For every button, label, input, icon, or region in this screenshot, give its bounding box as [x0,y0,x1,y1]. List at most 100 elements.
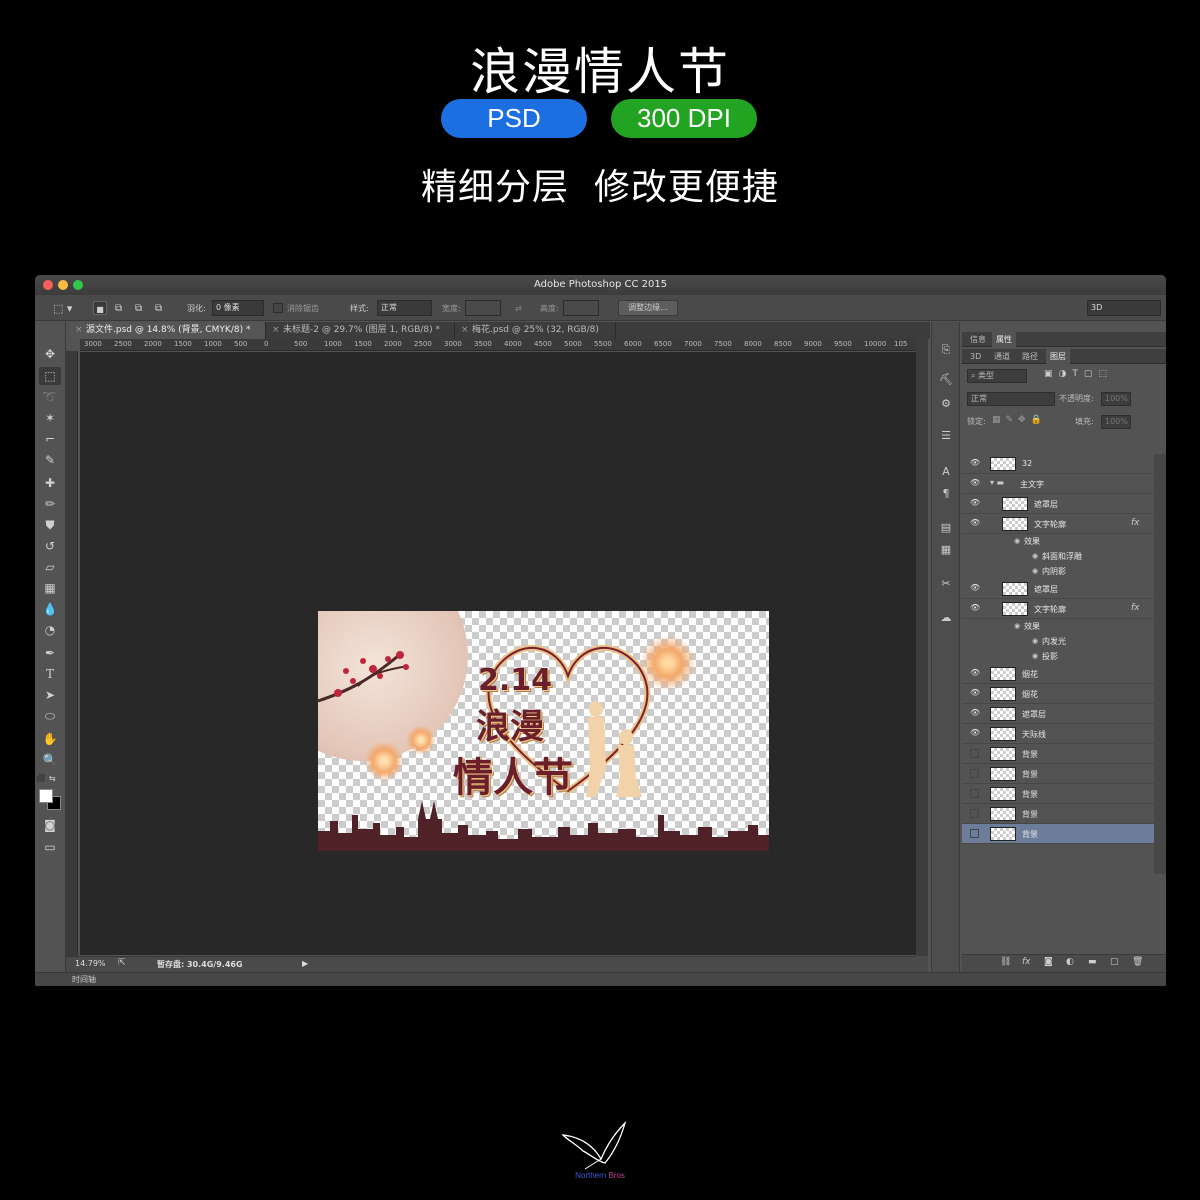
marquee-preset-icon[interactable]: ⬚ ▾ [53,301,72,316]
visibility-toggle-icon[interactable]: 👁 [970,604,980,612]
move-tool-icon[interactable]: ✥ [39,345,61,363]
refine-edge-button[interactable]: 调整边缘... [618,300,678,316]
healing-brush-tool-icon[interactable]: ✚ [39,474,61,492]
zoom-level[interactable]: 14.79% [75,959,106,968]
paragraph-panel-icon[interactable]: ¶ [937,486,955,502]
visibility-toggle-icon[interactable]: 👁 [970,669,980,677]
workspace-select[interactable]: 3D [1087,300,1161,316]
close-tab-icon[interactable]: × [75,322,83,339]
visibility-toggle-icon[interactable]: 👁 [970,519,980,527]
eraser-tool-icon[interactable]: ▱ [39,558,61,576]
adjustment-layer-icon[interactable]: ◐ [1066,957,1074,967]
layer-fx-icon[interactable]: fx [1131,518,1140,528]
magic-wand-tool-icon[interactable]: ✶ [39,409,61,427]
gradient-tool-icon[interactable]: ▦ [39,579,61,597]
layer-group-row[interactable]: 👁 ▾ ▬ 主文字 [962,474,1154,494]
export-icon[interactable]: ⇱ [118,958,126,968]
visibility-toggle-icon[interactable]: 👁 [970,479,980,487]
style-select[interactable]: 正常 [377,300,432,316]
zoom-window-button[interactable] [73,280,83,290]
hand-tool-icon[interactable]: ✋ [39,730,61,748]
tab-channels[interactable]: 通道 [990,349,1014,364]
layer-effect-row[interactable]: ◉ 效果 [962,619,1154,634]
paragraph-styles-icon[interactable]: ☰ [937,428,955,444]
lock-icons[interactable]: ▦✎✥🔒 [992,415,1047,425]
lasso-tool-icon[interactable]: ➰ [39,388,61,406]
libraries-panel-icon[interactable]: ☁ [937,610,955,626]
document-tab-untitled[interactable]: × 未标题-2 @ 29.7% (图层 1, RGB/8) * [267,322,455,339]
tab-layers[interactable]: 图层 [1046,349,1070,364]
layer-row[interactable]: 👁 天际线 [962,724,1154,744]
layer-row[interactable]: 👁 遮罩层 [962,704,1154,724]
layer-row[interactable]: 👁 文字轮廓 fx [962,514,1154,534]
shape-tool-icon[interactable]: ⬭ [39,707,61,725]
adjustments-panel-icon[interactable]: ⚙ [937,396,955,412]
close-window-button[interactable] [43,280,53,290]
canvas-area[interactable]: 2.14 浪漫 情人节 [80,352,916,955]
tab-properties[interactable]: 属性 [992,332,1016,347]
effect-visibility-icon[interactable]: ◉ [1014,537,1020,545]
opacity-input[interactable]: 100% [1101,392,1131,406]
filter-icons[interactable]: ▣◑T▢⬚ [1044,369,1113,379]
glyphs-panel-icon[interactable]: ▤ [937,520,955,536]
zoom-tool-icon[interactable]: 🔍 [39,751,61,769]
visibility-toggle-icon[interactable]: 👁 [970,499,980,507]
antialias-checkbox[interactable] [273,303,283,313]
layer-effect-row[interactable]: ◉ 斜面和浮雕 [962,549,1154,564]
quick-mask-icon[interactable]: ◙ [39,816,61,834]
tab-info[interactable]: 信息 [966,332,990,347]
layer-list-scrollbar[interactable] [1154,454,1166,874]
height-input[interactable] [563,300,599,316]
document-tab-plum[interactable]: × 梅花.psd @ 25% (32, RGB/8) [456,322,616,339]
layer-row[interactable]: 背景 [962,784,1154,804]
new-selection-icon[interactable]: ■ [93,301,107,315]
add-selection-icon[interactable]: ⧉ [115,301,122,316]
tab-paths[interactable]: 路径 [1018,349,1042,364]
layer-row[interactable]: 👁 遮罩层 [962,579,1154,599]
visibility-toggle-icon[interactable] [970,749,979,758]
layer-filter-select[interactable]: ⌕ 类型 [967,369,1027,383]
visibility-toggle-icon[interactable] [970,769,979,778]
visibility-toggle-icon[interactable]: 👁 [970,689,980,697]
visibility-toggle-icon[interactable] [970,829,979,838]
new-layer-icon[interactable]: ▢ [1110,957,1119,967]
dodge-tool-icon[interactable]: ◔ [39,621,61,639]
brush-tool-icon[interactable]: ✏ [39,495,61,513]
pen-tool-icon[interactable]: ✒ [39,644,61,662]
layer-effect-row[interactable]: ◉ 投影 [962,649,1154,664]
close-tab-icon[interactable]: × [461,322,469,339]
swap-dimensions-icon[interactable]: ⇄ [515,301,522,316]
visibility-toggle-icon[interactable]: 👁 [970,584,980,592]
type-tool-icon[interactable]: T [39,665,61,683]
add-mask-icon[interactable]: ◙ [1044,957,1053,967]
screen-mode-icon[interactable]: ▭ [39,838,61,856]
minimize-window-button[interactable] [58,280,68,290]
delete-layer-icon[interactable]: 🗑 [1132,957,1143,967]
document-tab-source[interactable]: × 源文件.psd @ 14.8% (背景, CMYK/8) * [70,322,266,339]
layer-row[interactable]: 👁 烟花 [962,684,1154,704]
notes-panel-icon[interactable]: ▦ [937,542,955,558]
feather-input[interactable]: 0 像素 [212,300,264,316]
clone-stamp-tool-icon[interactable]: ⛊ [39,516,61,534]
layer-row[interactable]: 👁 遮罩层 [962,494,1154,514]
effect-visibility-icon[interactable]: ◉ [1032,567,1038,575]
close-tab-icon[interactable]: × [272,322,280,339]
effect-visibility-icon[interactable]: ◉ [1032,652,1038,660]
layer-effect-row[interactable]: ◉ 效果 [962,534,1154,549]
eyedropper-tool-icon[interactable]: ✎ [39,451,61,469]
layer-row[interactable]: 👁 烟花 [962,664,1154,684]
status-menu-arrow-icon[interactable]: ▶ [302,959,308,968]
tools-panel-icon[interactable]: ✂ [937,576,955,592]
history-panel-icon[interactable]: ⎘ [937,342,955,358]
marquee-tool-icon[interactable]: ⬚ [39,367,61,385]
canvas-vertical-scrollbar[interactable] [916,339,928,956]
layer-effect-row[interactable]: ◉ 内阴影 [962,564,1154,579]
layer-row[interactable]: 👁 文字轮廓 fx [962,599,1154,619]
artwork-canvas[interactable]: 2.14 浪漫 情人节 [318,611,769,851]
visibility-toggle-icon[interactable] [970,809,979,818]
link-layers-icon[interactable]: ⛓ [1000,957,1011,967]
visibility-toggle-icon[interactable]: 👁 [970,729,980,737]
layer-fx-icon[interactable]: fx [1131,603,1140,613]
blur-tool-icon[interactable]: 💧 [39,600,61,618]
width-input[interactable] [465,300,501,316]
